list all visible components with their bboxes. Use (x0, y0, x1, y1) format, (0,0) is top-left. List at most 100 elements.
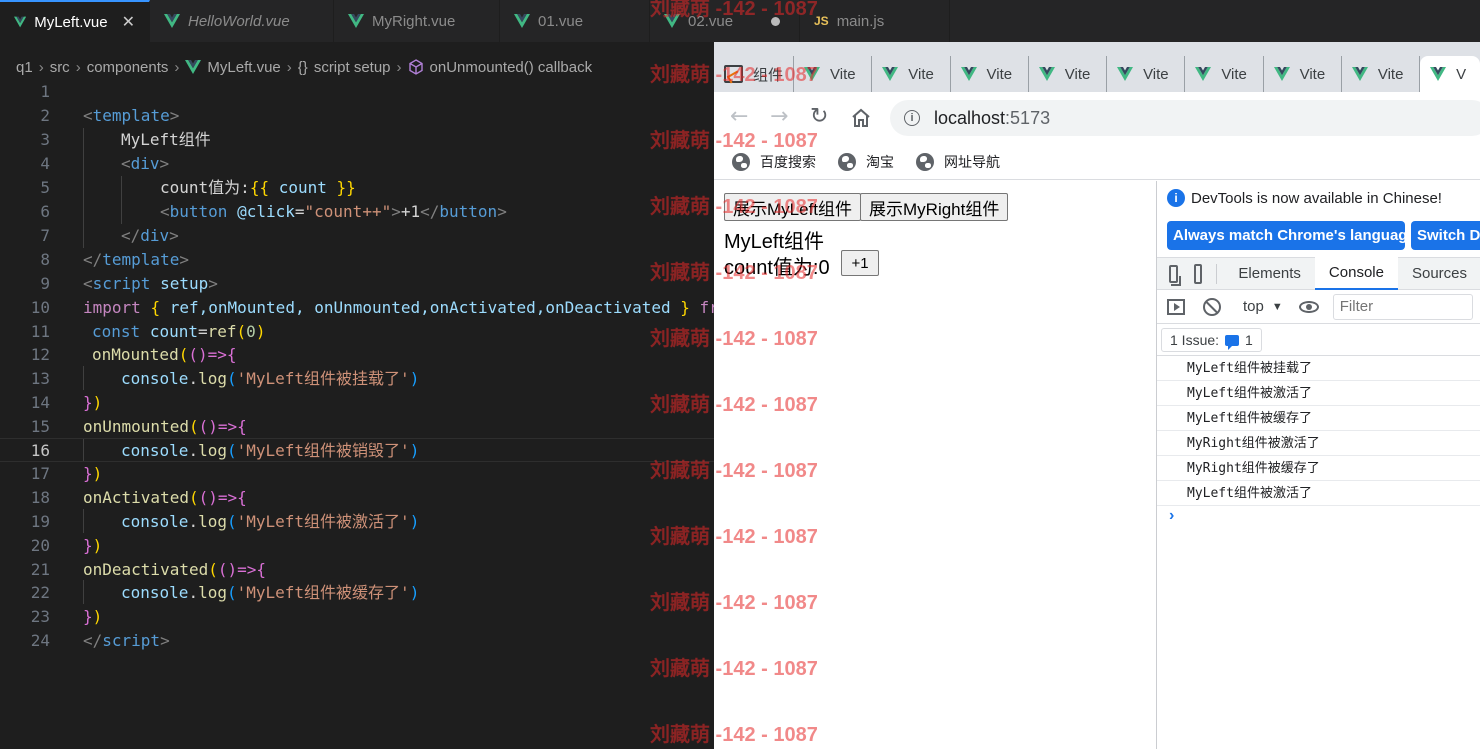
tab-helloworld-vue[interactable]: HelloWorld.vue (150, 0, 334, 42)
issues-badge[interactable]: 1 Issue: 1 (1161, 328, 1262, 352)
tab-myleft-vue[interactable]: MyLeft.vue ✕ (0, 0, 150, 42)
browser-tab-strip: 组件 Vite Vite Vite Vite Vite Vite Vite Vi… (714, 42, 1480, 92)
home-icon[interactable] (850, 108, 872, 128)
bookmark-item[interactable]: 网址导航 (916, 152, 1000, 172)
code-token: button (439, 202, 498, 221)
vue-icon (882, 67, 899, 81)
issues-label: 1 Issue: (1170, 332, 1220, 348)
line-number: 5 (40, 178, 50, 197)
code-editor[interactable]: 1 2 <template> 3 MyLeft组件 4 <div> 5 count值为:… (0, 80, 719, 749)
console-sidebar-icon[interactable] (1167, 298, 1185, 315)
browser-tab[interactable]: Vite (872, 56, 951, 92)
code-token: MyLeft组件 (121, 130, 211, 149)
vue-icon (1430, 67, 1447, 81)
code-line: 19 console.log('MyLeft组件被激活了') (0, 510, 714, 534)
code-token: script (92, 274, 151, 293)
vue-icon (1195, 67, 1212, 81)
bookmark-label: 网址导航 (944, 153, 1000, 170)
breadcrumb-item[interactable]: q1 (16, 59, 33, 76)
line-number: 8 (40, 250, 50, 269)
code-line: 5 count值为:{{ count }} (0, 176, 714, 200)
tab-label: MyLeft.vue (34, 13, 108, 31)
switch-language-button[interactable]: Switch De (1411, 221, 1480, 250)
show-myright-button[interactable]: 展示MyRight组件 (860, 193, 1009, 221)
devtools-banner: i DevTools is now available in Chinese! (1167, 189, 1442, 207)
tab-elements[interactable]: Elements (1224, 257, 1315, 290)
watermark-text: 刘藏萌 -142 - 1087 (650, 328, 818, 350)
browser-tab[interactable]: Vite (1029, 56, 1108, 92)
tab-sources[interactable]: Sources (1398, 257, 1480, 290)
browser-tab[interactable]: Vite (1264, 56, 1342, 92)
match-language-button[interactable]: Always match Chrome's language (1167, 221, 1405, 250)
message-icon (1225, 334, 1240, 350)
code-token: log (198, 512, 227, 531)
code-line: 1 (0, 80, 714, 104)
context-selector[interactable]: top ▼ (1243, 298, 1283, 315)
line-number: 1 (40, 82, 50, 101)
breadcrumb-item[interactable]: script setup (314, 59, 391, 76)
live-expression-eye-icon[interactable] (1298, 300, 1319, 313)
code-line: 18 onActivated(()=>{ (0, 486, 714, 510)
address-bar[interactable]: i localhost:5173 (890, 100, 1480, 136)
breadcrumb-item[interactable]: src (50, 59, 70, 76)
filter-input[interactable] (1332, 293, 1473, 320)
line-number: 19 (30, 512, 50, 531)
vue-icon (1351, 67, 1368, 81)
console-toolbar: top ▼ (1157, 290, 1480, 324)
device-toolbar-icon[interactable] (1194, 263, 1203, 284)
close-icon[interactable]: ✕ (122, 12, 135, 32)
line-number: 4 (40, 154, 50, 173)
tab-label: HelloWorld.vue (188, 12, 290, 30)
breadcrumb-item[interactable]: onUnmounted() callback (430, 59, 593, 76)
code-token: count值为: (160, 178, 250, 197)
bookmark-item[interactable]: 百度搜索 (732, 152, 816, 172)
tab-myright-vue[interactable]: MyRight.vue (334, 0, 500, 42)
code-token: template (102, 250, 180, 269)
code-token: console (121, 512, 189, 531)
increment-button[interactable]: +1 (841, 250, 879, 276)
chevron-right-icon: › (38, 58, 44, 76)
code-token: 'MyLeft组件被销毁了' (236, 441, 410, 460)
console-prompt-icon[interactable]: › (1169, 507, 1174, 525)
code-token: log (198, 369, 227, 388)
tab-01-vue[interactable]: 01.vue (500, 0, 650, 42)
vue-icon (1038, 67, 1055, 81)
code-token: 'MyLeft组件被缓存了' (236, 583, 410, 602)
bookmarks-bar: 百度搜索 淘宝 网址导航 (714, 144, 1480, 180)
code-line: 2 <template> (0, 104, 714, 128)
inspect-element-icon[interactable] (1169, 264, 1182, 286)
browser-tab[interactable]: Vite (1185, 56, 1264, 92)
browser-tab-active[interactable]: V (1420, 56, 1480, 92)
code-token: 'MyLeft组件被激活了' (236, 512, 410, 531)
bookmark-item[interactable]: 淘宝 (838, 152, 894, 172)
line-number: 15 (30, 417, 50, 436)
browser-tab[interactable]: Vite (1342, 56, 1421, 92)
breadcrumb-item[interactable]: components (87, 59, 169, 76)
browser-window: 组件 Vite Vite Vite Vite Vite Vite Vite Vi… (714, 42, 1480, 749)
globe-icon (732, 152, 750, 171)
tab-main-js[interactable]: JS main.js (800, 0, 950, 42)
line-number: 21 (30, 560, 50, 579)
info-icon[interactable]: i (904, 110, 920, 126)
browser-tab[interactable]: Vite (1107, 56, 1186, 92)
watermark-text: 刘藏萌 -142 - 1087 (650, 394, 818, 416)
breadcrumb-item[interactable]: MyLeft.vue (207, 59, 280, 76)
code-token: {{ (249, 178, 279, 197)
browser-tab[interactable]: Vite (951, 56, 1029, 92)
tab-console[interactable]: Console (1314, 257, 1398, 290)
vue-icon (960, 67, 977, 81)
code-token: script (102, 631, 161, 650)
code-token: const (92, 322, 141, 341)
code-token: button (169, 202, 228, 221)
line-number: 12 (30, 345, 50, 364)
code-token: ()=> (217, 560, 257, 579)
vue-icon (164, 14, 180, 28)
clear-console-icon[interactable] (1203, 297, 1221, 316)
line-number: 17 (30, 464, 50, 483)
watermark-text: 刘藏萌 -142 - 1087 (650, 724, 818, 746)
code-token: 'MyLeft组件被挂载了' (236, 369, 410, 388)
watermark-text: 刘藏萌 -142 - 1087 (650, 262, 818, 284)
code-line: 23}) (0, 605, 714, 629)
watermark-text: 刘藏萌 -142 - 1087 (650, 592, 818, 614)
browser-tab-label: Vite (986, 65, 1013, 83)
